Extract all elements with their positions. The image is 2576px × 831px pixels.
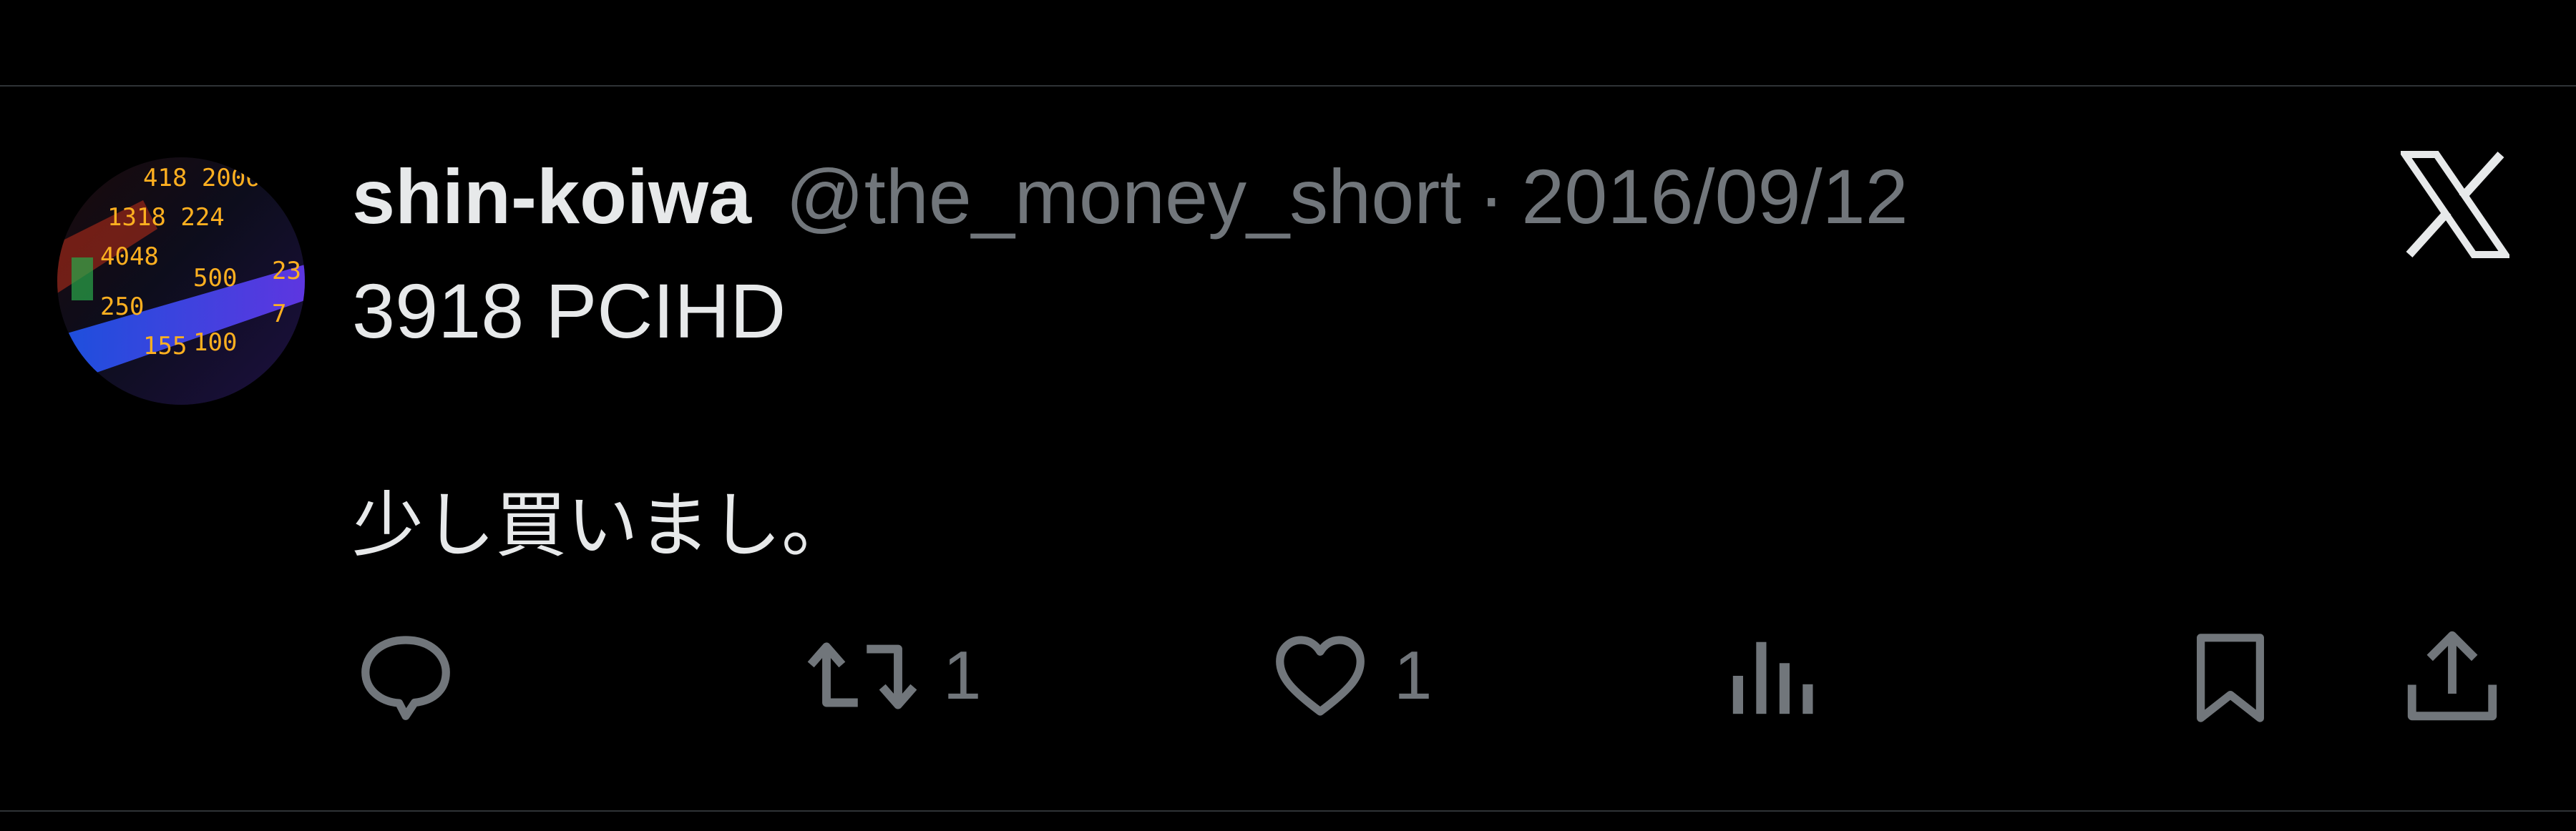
tweet-text-line: 3918 PCIHD xyxy=(352,267,786,354)
x-logo-icon xyxy=(2398,150,2512,259)
views-icon xyxy=(1732,641,1813,714)
tweet-text-line: 少し買いまし。 xyxy=(352,483,853,567)
share-button[interactable] xyxy=(2399,622,2506,729)
bookmark-icon xyxy=(2197,634,2264,722)
user-handle[interactable]: @the_money_short xyxy=(786,158,1461,235)
heart-icon xyxy=(1276,636,1365,716)
reply-button[interactable] xyxy=(352,622,459,729)
top-divider xyxy=(0,85,2576,87)
separator: · xyxy=(1478,153,1505,240)
action-bar: 1 1 xyxy=(0,622,2576,729)
like-button[interactable]: 1 xyxy=(1267,622,1432,729)
retweet-icon xyxy=(807,642,917,709)
views-button[interactable] xyxy=(1724,622,1818,729)
retweet-button[interactable]: 1 xyxy=(801,622,981,729)
svg-text:100: 100 xyxy=(193,328,237,357)
svg-text:418 2006: 418 2006 xyxy=(143,164,260,192)
svg-text:4048: 4048 xyxy=(100,242,159,271)
retweet-count: 1 xyxy=(943,637,982,714)
tweet-date[interactable]: 2016/09/12 xyxy=(1521,158,1908,235)
svg-text:7: 7 xyxy=(272,300,286,328)
svg-text:250: 250 xyxy=(100,292,144,321)
tweet-text-line xyxy=(352,365,2356,472)
tweet-text: 3918 PCIHD 少し買いまし。 xyxy=(352,257,2356,579)
avatar-image: 418 2006 1318 224 4048 500 23 250 100 15… xyxy=(57,157,305,405)
bookmark-button[interactable] xyxy=(2184,622,2277,729)
display-name[interactable]: shin-koiwa xyxy=(352,158,751,235)
reply-icon xyxy=(361,636,450,720)
bottom-divider xyxy=(0,810,2576,812)
svg-text:23: 23 xyxy=(272,257,301,285)
tweet-header: shin-koiwa @the_money_short · 2016/09/12 xyxy=(352,150,1908,243)
share-icon xyxy=(2407,631,2497,721)
avatar[interactable]: 418 2006 1318 224 4048 500 23 250 100 15… xyxy=(57,157,305,405)
svg-text:500: 500 xyxy=(193,264,237,292)
svg-text:155: 155 xyxy=(143,332,187,360)
svg-text:1318 224: 1318 224 xyxy=(107,203,225,232)
like-count: 1 xyxy=(1394,637,1433,714)
